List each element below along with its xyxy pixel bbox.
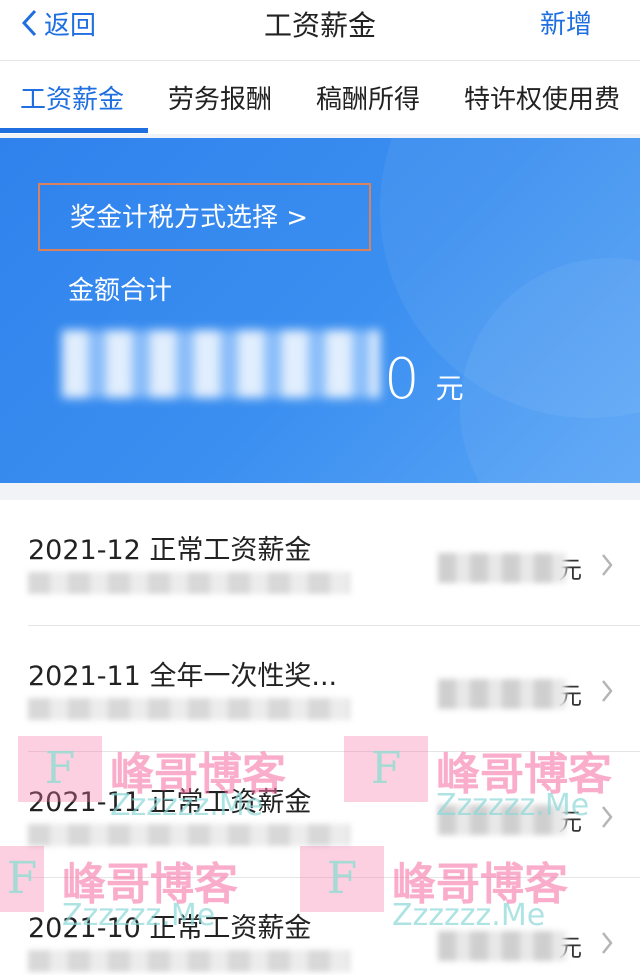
record-title: 2021-11 全年一次性奖...	[28, 661, 338, 692]
blurred-amount	[438, 678, 566, 709]
list-item[interactable]: 2021-11 全年一次性奖... 元	[0, 626, 640, 752]
record-amount: 元	[438, 802, 582, 837]
blurred-amount	[438, 930, 566, 961]
blurred-amount	[62, 330, 380, 398]
blurred-detail	[28, 824, 350, 846]
tab-labor-remuneration[interactable]: 劳务报酬	[168, 79, 272, 116]
blurred-detail	[28, 950, 350, 972]
blurred-amount	[438, 804, 566, 835]
add-button[interactable]: 新增	[540, 4, 592, 41]
record-title: 2021-11 正常工资薪金	[28, 787, 312, 818]
list-item[interactable]: 2021-12 正常工资薪金 元	[0, 500, 640, 626]
tab-author-remuneration[interactable]: 稿酬所得	[316, 79, 420, 116]
chevron-right-icon	[602, 554, 613, 576]
record-amount: 元	[438, 676, 582, 711]
blurred-amount	[438, 552, 566, 583]
income-type-tabs: 工资薪金 劳务报酬 稿酬所得 特许权使用费	[0, 60, 640, 134]
chevron-right-icon	[602, 932, 613, 954]
record-title: 2021-12 正常工资薪金	[28, 535, 312, 566]
record-amount: 元	[438, 928, 582, 963]
amount-unit: 元	[435, 372, 464, 405]
tab-royalties[interactable]: 特许权使用费	[464, 79, 620, 116]
tab-salary[interactable]: 工资薪金	[20, 79, 124, 116]
tax-method-link[interactable]: 奖金计税方式选择 >	[38, 183, 371, 251]
record-amount: 元	[438, 550, 582, 585]
summary-banner: 奖金计税方式选择 > 金额合计 0 元	[0, 138, 640, 483]
chevron-right-icon	[602, 680, 613, 702]
active-tab-indicator	[0, 128, 148, 133]
blurred-detail	[28, 572, 350, 594]
amount-visible-digit: 0	[384, 347, 420, 412]
chevron-right-icon	[602, 806, 613, 828]
list-item[interactable]: 2021-11 正常工资薪金 元	[0, 752, 640, 878]
blurred-detail	[28, 698, 350, 720]
nav-bar: 返回 工资薪金 新增	[0, 0, 640, 60]
list-item[interactable]: 2021-10 正常工资薪金 元	[0, 878, 640, 975]
total-amount-label: 金额合计	[68, 276, 173, 306]
total-amount: 0 元	[62, 330, 464, 412]
income-record-list: 2021-12 正常工资薪金 元 2021-11 全年一次性奖... 元 202…	[0, 500, 640, 975]
record-title: 2021-10 正常工资薪金	[28, 913, 312, 944]
